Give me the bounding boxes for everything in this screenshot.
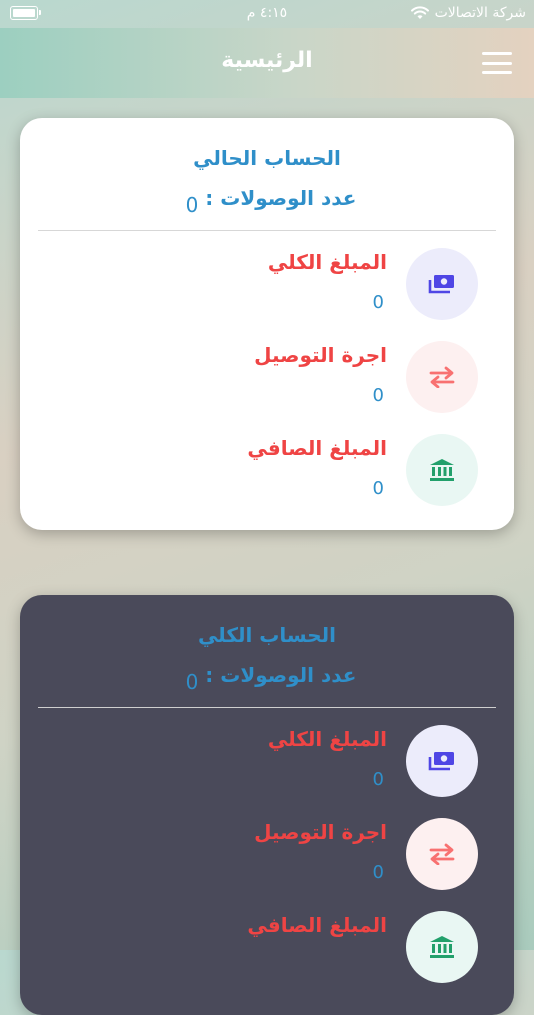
net-amount-item: المبلغ الصافي 0 [20,434,514,514]
receipts-count-label: عدد الوصولات : [205,663,357,687]
receipts-count-label: عدد الوصولات : [205,186,357,210]
hamburger-menu-icon[interactable] [482,52,512,74]
total-amount-item: المبلغ الكلي 0 [20,725,514,805]
item-label: المبلغ الصافي [247,436,387,460]
receipts-count-row: عدد الوصولات : 0 [20,663,514,694]
carrier-name: شركة الاتصالات [434,5,526,21]
divider [38,707,496,708]
card-title: الحساب الكلي [197,623,337,647]
card-title: الحساب الحالي [193,146,341,170]
delivery-fee-item: اجرة التوصيل 0 [20,341,514,421]
status-bar: ٤:١٥ م شركة الاتصالات [0,0,534,28]
bank-icon [406,434,478,506]
money-icon [406,725,478,797]
total-account-card: الحساب الكلي عدد الوصولات : 0 المبلغ الك… [20,595,514,1015]
item-label: المبلغ الكلي [267,727,387,751]
page-title: الرئيسية [221,48,313,73]
item-label: المبلغ الصافي [247,913,387,937]
receipts-count-value: 0 [185,670,199,694]
app-header: الرئيسية [0,28,534,98]
swap-arrows-icon [406,341,478,413]
item-value: 0 [372,478,384,499]
item-value: 0 [372,769,384,790]
total-amount-item: المبلغ الكلي 0 [20,248,514,328]
item-label: اجرة التوصيل [254,820,387,844]
divider [38,230,496,231]
item-label: اجرة التوصيل [254,343,387,367]
net-amount-item: المبلغ الصافي [20,911,514,991]
delivery-fee-item: اجرة التوصيل 0 [20,818,514,898]
item-value: 0 [372,385,384,406]
item-value: 0 [372,292,384,313]
money-icon [406,248,478,320]
swap-arrows-icon [406,818,478,890]
item-label: المبلغ الكلي [267,250,387,274]
carrier-info: شركة الاتصالات [410,5,526,21]
item-value: 0 [372,862,384,883]
receipts-count-row: عدد الوصولات : 0 [20,186,514,217]
bank-icon [406,911,478,983]
receipts-count-value: 0 [185,193,199,217]
current-account-card: الحساب الحالي عدد الوصولات : 0 المبلغ ال… [20,118,514,530]
wifi-icon [410,6,429,19]
